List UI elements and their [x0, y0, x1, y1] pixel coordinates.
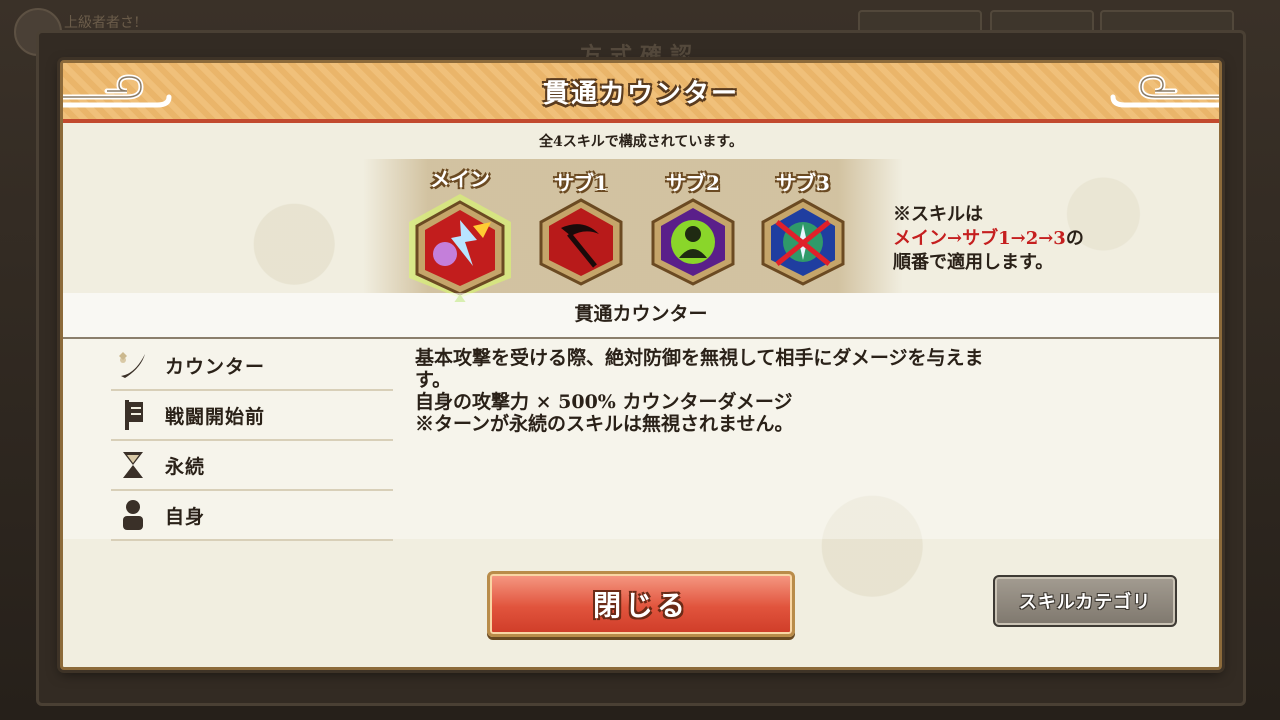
background-header-text: 上級者者さ!: [64, 15, 140, 31]
skill-label-sub2: サブ2: [666, 171, 720, 195]
compass-skill-icon[interactable]: [755, 196, 851, 288]
description-line: ※ターンが永続のスキルは無視されません。: [415, 413, 794, 435]
skill-order-note: ※スキルは メイン→サブ1→2→3の 順番で適用します。: [893, 203, 1084, 275]
cloud-ornament-icon: [1110, 74, 1219, 108]
skill-slot-sub1[interactable]: サブ1: [533, 167, 629, 292]
note-line-2: メイン→サブ1→2→3: [893, 228, 1066, 249]
person-skill-icon[interactable]: [645, 196, 741, 288]
attribute-row: カウンター: [111, 341, 393, 391]
note-line-2-suffix: の: [1065, 228, 1084, 249]
skill-description: 基本攻撃を受ける際、絶対防御を無視して相手にダメージを与えま す。 自身の攻撃力…: [415, 347, 1155, 435]
skill-label-sub1: サブ1: [554, 171, 608, 195]
banner-icon: [115, 398, 151, 432]
description-line: 基本攻撃を受ける際、絶対防御を無視して相手にダメージを与えま: [415, 347, 984, 369]
skill-category-button[interactable]: スキルカテゴリ: [993, 575, 1177, 627]
attribute-row: 自身: [111, 491, 393, 541]
dialog-subtitle: 全4スキルで構成されています。: [539, 134, 743, 150]
skill-slot-main[interactable]: メイン: [403, 163, 517, 306]
dialog-header: 貫通カウンター: [63, 63, 1219, 123]
attribute-label: 自身: [165, 505, 206, 528]
skill-category-button-label: スキルカテゴリ: [1018, 592, 1152, 613]
person-icon: [115, 498, 151, 532]
attribute-row: 戦闘開始前: [111, 391, 393, 441]
main-skill-icon[interactable]: [403, 192, 517, 304]
attribute-label: カウンター: [165, 355, 266, 378]
note-line-3: 順番で適用します。: [893, 252, 1054, 273]
hourglass-icon: [115, 448, 151, 482]
attribute-row: 永続: [111, 441, 393, 491]
selected-skill-name: 貫通カウンター: [574, 303, 708, 325]
description-line: 自身の攻撃力 × 500% カウンターダメージ: [415, 391, 793, 413]
skill-label-sub3: サブ3: [776, 171, 830, 195]
scythe-skill-icon[interactable]: [533, 196, 629, 288]
close-button[interactable]: 閉じる: [487, 571, 795, 637]
sword-icon: [115, 348, 151, 382]
skill-slot-sub2[interactable]: サブ2: [645, 167, 741, 292]
dialog-title: 貫通カウンター: [542, 79, 739, 109]
note-line-1: ※スキルは: [893, 204, 983, 225]
close-button-label: 閉じる: [592, 589, 689, 622]
attribute-label: 永続: [165, 455, 206, 478]
skill-detail-dialog: 貫通カウンター 全4スキルで構成されています。 メイン サブ1 サブ2 サブ3 …: [60, 60, 1222, 670]
description-line: す。: [415, 369, 452, 391]
skill-slot-sub3[interactable]: サブ3: [755, 167, 851, 292]
skill-attribute-list: カウンター 戦闘開始前 永続 自身: [111, 341, 393, 541]
attribute-label: 戦闘開始前: [165, 405, 266, 428]
skill-label-main: メイン: [430, 167, 490, 191]
